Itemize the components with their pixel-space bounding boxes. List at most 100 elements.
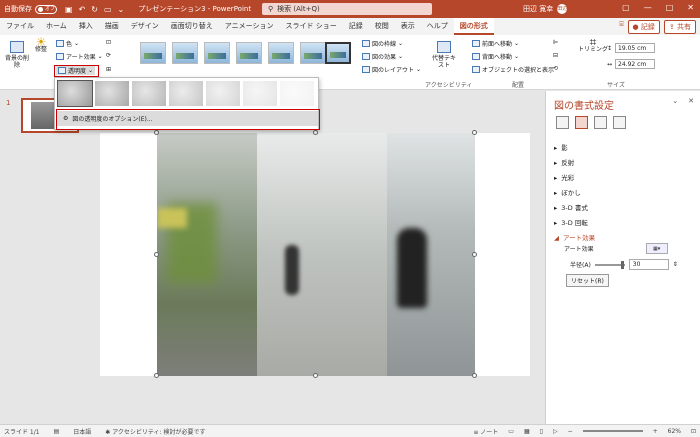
picture-style-4[interactable] — [236, 42, 262, 64]
transparency-preset-95[interactable] — [280, 81, 314, 106]
blurred-photo[interactable] — [157, 133, 475, 376]
section-3d-rotation[interactable]: ▸ 3-D 回転 — [554, 216, 694, 231]
tab-record[interactable]: 記録 — [343, 18, 369, 35]
more-icon[interactable]: ⌄ — [118, 5, 125, 14]
zoom-in-icon[interactable]: + — [653, 428, 658, 435]
slide-sorter-icon[interactable]: ▦ — [524, 428, 530, 435]
minimize-icon[interactable]: — — [644, 3, 652, 12]
resize-handle-bottom[interactable] — [313, 373, 318, 378]
tab-transitions[interactable]: 画面切り替え — [165, 18, 219, 35]
tab-view[interactable]: 表示 — [395, 18, 421, 35]
art-effect-picker[interactable]: ▦ ▾ — [645, 243, 668, 254]
picture-layout-button[interactable]: 図のレイアウト ⌄ — [362, 65, 421, 74]
resize-handle-right[interactable] — [472, 252, 477, 257]
color-button[interactable]: 色 ⌄ — [56, 39, 79, 48]
resize-handle-bottom-right[interactable] — [472, 373, 477, 378]
picture-style-6[interactable] — [300, 42, 326, 64]
tab-insert[interactable]: 挿入 — [73, 18, 99, 35]
height-input[interactable]: 19.05 cm — [615, 43, 656, 53]
picture-style-2[interactable] — [172, 42, 198, 64]
share-button[interactable]: ⇪ 共有 — [663, 19, 696, 34]
height-field[interactable]: ↕ 19.05 cm — [607, 43, 656, 53]
picture-style-7[interactable] — [325, 42, 351, 64]
redo-icon[interactable]: ↻ — [91, 5, 98, 14]
resize-handle-top[interactable] — [313, 130, 318, 135]
picture-category-icon[interactable] — [613, 116, 626, 129]
resize-handle-left[interactable] — [154, 252, 159, 257]
tab-animations[interactable]: アニメーション — [219, 18, 280, 35]
transparency-preset-15[interactable] — [95, 81, 129, 106]
remove-background-button[interactable]: 背景の削除 — [5, 41, 29, 69]
zoom-level[interactable]: 62% — [668, 428, 681, 435]
slideshow-icon[interactable]: ▷ — [553, 428, 558, 435]
size-properties-icon[interactable] — [594, 116, 607, 129]
pane-options-icon[interactable]: ⌄ — [672, 97, 678, 105]
picture-border-button[interactable]: 図の枠線 ⌄ — [362, 39, 403, 48]
autosave-toggle[interactable]: オフ — [35, 4, 57, 14]
transparency-preset-65[interactable] — [206, 81, 240, 106]
tab-file[interactable]: ファイル — [0, 18, 40, 35]
tab-picture-format[interactable]: 図の形式 — [453, 18, 494, 35]
art-effects-button[interactable]: アート効果 ⌄ — [56, 52, 103, 61]
zoom-slider[interactable] — [582, 430, 643, 432]
resize-handle-top-left[interactable] — [154, 130, 159, 135]
picture-effects-button[interactable]: 図の効果 ⌄ — [362, 52, 403, 61]
align-icon[interactable]: ⊫ — [553, 39, 558, 46]
section-shadow[interactable]: ▸ 影 — [554, 141, 694, 156]
zoom-out-icon[interactable]: − — [568, 428, 573, 435]
alt-text-button[interactable]: 代替テキスト — [430, 41, 458, 69]
transparency-preset-50[interactable] — [169, 81, 203, 106]
reset-picture-icon[interactable]: ⊞ — [106, 66, 111, 73]
radius-input[interactable]: 30 — [628, 259, 669, 270]
undo-icon[interactable]: ↶ — [79, 5, 86, 14]
user-account[interactable]: 田辺 寛幸 田辺 — [523, 4, 567, 14]
section-soft-edges[interactable]: ▸ ぼかし — [554, 186, 694, 201]
ribbon-display-icon[interactable]: ▢ — [622, 3, 630, 12]
bring-forward-button[interactable]: 前面へ移動 ⌄ — [472, 39, 519, 48]
close-icon[interactable]: ✕ — [687, 3, 694, 12]
accessibility-icon[interactable]: ✱ アクセシビリティ: 検討が必要です — [105, 427, 205, 436]
notes-button[interactable]: ≡ ノート — [473, 427, 498, 436]
corrections-button[interactable]: ☀ 修整 — [35, 36, 47, 53]
tab-draw[interactable]: 描画 — [99, 18, 125, 35]
maximize-icon[interactable]: □ — [666, 3, 674, 12]
search-box[interactable]: ⚲ 検索 (Alt+Q) — [262, 3, 432, 15]
fit-slide-icon[interactable]: ⊡ — [691, 428, 696, 435]
send-backward-button[interactable]: 背面へ移動 ⌄ — [472, 52, 519, 61]
resize-handle-top-right[interactable] — [472, 130, 477, 135]
section-3d-format[interactable]: ▸ 3-D 書式 — [554, 201, 694, 216]
fill-line-icon[interactable] — [556, 116, 569, 129]
comment-icon[interactable]: ⌸ — [619, 20, 623, 34]
picture-style-3[interactable] — [204, 42, 230, 64]
tab-design[interactable]: デザイン — [125, 18, 165, 35]
transparency-preset-0[interactable] — [57, 80, 93, 107]
language-indicator[interactable]: 日本語 — [73, 427, 91, 436]
compress-icon[interactable]: ⊡ — [106, 39, 111, 46]
section-reflection[interactable]: ▸ 反射 — [554, 156, 694, 171]
record-button[interactable]: ● 記録 — [627, 19, 660, 34]
rotate-icon[interactable]: ⟲ — [553, 65, 558, 72]
reading-view-icon[interactable]: ▯ — [540, 428, 543, 435]
width-field[interactable]: ↔ 24.92 cm — [607, 59, 656, 69]
transparency-preset-80[interactable] — [243, 81, 277, 106]
picture-style-5[interactable] — [268, 42, 294, 64]
section-glow[interactable]: ▸ 光彩 — [554, 171, 694, 186]
group-icon[interactable]: ⊟ — [553, 52, 558, 59]
transparency-preset-30[interactable] — [132, 81, 166, 106]
width-input[interactable]: 24.92 cm — [615, 59, 656, 69]
picture-style-1[interactable] — [140, 42, 166, 64]
tab-review[interactable]: 校閲 — [369, 18, 395, 35]
tab-slideshow[interactable]: スライド ショー — [280, 18, 343, 35]
pane-close-icon[interactable]: ✕ — [688, 97, 694, 105]
radius-slider[interactable] — [594, 260, 625, 269]
tab-home[interactable]: ホーム — [40, 18, 73, 35]
autosave[interactable]: 自動保存 オフ — [4, 4, 57, 14]
save-icon[interactable]: ▣ — [65, 5, 73, 14]
change-picture-icon[interactable]: ⟳ — [106, 52, 111, 59]
effects-category-icon[interactable] — [575, 116, 588, 129]
normal-view-icon[interactable]: ▭ — [508, 428, 514, 435]
spellcheck-icon[interactable]: ▤ — [54, 428, 60, 435]
tab-help[interactable]: ヘルプ — [421, 18, 454, 35]
present-icon[interactable]: ▭ — [104, 5, 112, 14]
selection-pane-button[interactable]: オブジェクトの選択と表示 — [472, 65, 554, 74]
